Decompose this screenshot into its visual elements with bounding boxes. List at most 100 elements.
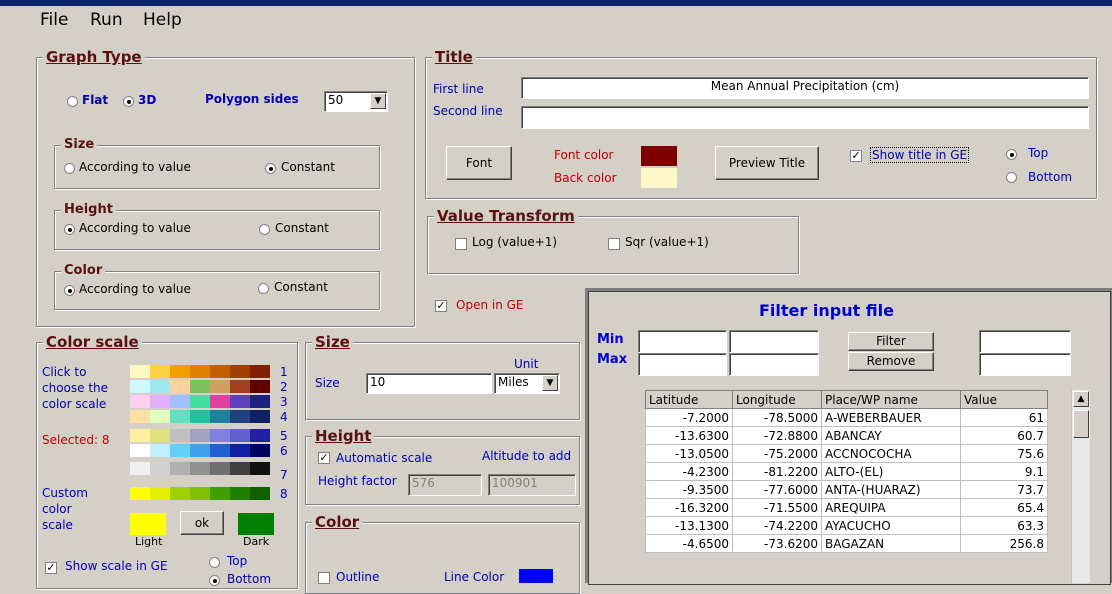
radio-scale-bottom[interactable]: [209, 575, 220, 586]
title-group: Title First line Mean Annual Precipitati…: [425, 48, 1097, 199]
title-bottom-label: Bottom: [1028, 170, 1073, 184]
cell-place: A-WEBERBAUER: [821, 408, 961, 427]
cell-place: BAGAZAN: [821, 534, 961, 553]
polygon-sides-value: 50: [328, 93, 344, 107]
color-scale-3[interactable]: [130, 395, 270, 408]
size-label: Size: [315, 376, 340, 390]
scale-number-8: 8: [280, 487, 288, 501]
data-table: Latitude Longitude Place/WP name Value -…: [645, 390, 1048, 553]
scroll-up-icon[interactable]: ▲: [1073, 391, 1089, 407]
table-row[interactable]: -13.0500 -75.2000 ACCNOCOCHA 75.6: [645, 444, 1048, 463]
radio-title-bottom[interactable]: [1006, 172, 1017, 183]
cell-place: ANTA-(HUARAZ): [821, 480, 961, 499]
table-row[interactable]: -4.2300 -81.2200 ALTO-(EL) 9.1: [645, 462, 1048, 481]
lat-max-input[interactable]: [638, 353, 727, 376]
first-line-input[interactable]: Mean Annual Precipitation (cm): [521, 77, 1089, 99]
remove-button[interactable]: Remove: [848, 352, 934, 371]
lon-max-input[interactable]: [729, 353, 819, 376]
altitude-input[interactable]: 100901: [488, 474, 576, 496]
cell-lat: -4.6500: [645, 534, 733, 553]
height-factor-input[interactable]: 576: [408, 474, 482, 496]
gt-color-legend: Color: [61, 263, 106, 278]
radio-height-value[interactable]: [64, 224, 75, 235]
cell-value: 256.8: [960, 534, 1048, 553]
size-input[interactable]: 10: [366, 373, 492, 394]
lon-min-input[interactable]: [729, 330, 819, 353]
value-transform-legend: Value Transform: [434, 207, 578, 225]
color-scale-1[interactable]: [130, 365, 270, 378]
sqr-checkbox[interactable]: [608, 238, 620, 250]
menu-file[interactable]: File: [40, 10, 68, 30]
color-scale-7[interactable]: [130, 462, 270, 475]
cell-lon: -78.5000: [732, 408, 822, 427]
chevron-down-icon[interactable]: ▼: [370, 93, 386, 109]
radio-height-constant[interactable]: [259, 224, 270, 235]
cell-value: 75.6: [960, 444, 1048, 463]
cell-lon: -81.2200: [732, 462, 822, 481]
value-min-input[interactable]: [979, 330, 1071, 353]
menu-run[interactable]: Run: [90, 10, 123, 30]
custom-dark-swatch[interactable]: [238, 513, 274, 535]
chevron-down-icon[interactable]: ▼: [542, 375, 558, 391]
radio-3d[interactable]: [123, 96, 134, 107]
open-in-ge-label: Open in GE: [456, 298, 524, 312]
outline-checkbox[interactable]: [318, 572, 330, 584]
custom-ok-button[interactable]: ok: [180, 511, 224, 535]
font-color-swatch[interactable]: [641, 146, 677, 166]
table-scrollbar[interactable]: ▲: [1071, 390, 1090, 583]
color-scale-8[interactable]: [130, 487, 270, 500]
value-max-input[interactable]: [979, 353, 1071, 376]
radio-scale-top[interactable]: [209, 557, 220, 568]
scroll-thumb[interactable]: [1073, 410, 1089, 438]
color-scale-2[interactable]: [130, 380, 270, 393]
cell-place: ACCNOCOCHA: [821, 444, 961, 463]
color-scale-5[interactable]: [130, 429, 270, 442]
menu-help[interactable]: Help: [143, 10, 182, 30]
table-row[interactable]: -13.6300 -72.8800 ABANCAY 60.7: [645, 426, 1048, 445]
radio-flat[interactable]: [67, 96, 78, 107]
back-color-swatch[interactable]: [641, 168, 677, 188]
lat-min-input[interactable]: [638, 330, 727, 353]
table-row[interactable]: -7.2000 -78.5000 A-WEBERBAUER 61: [645, 408, 1048, 427]
log-checkbox[interactable]: [455, 238, 467, 250]
column-place[interactable]: Place/WP name: [821, 390, 961, 409]
auto-scale-checkbox[interactable]: ✓: [318, 452, 330, 464]
show-scale-checkbox[interactable]: ✓: [45, 562, 57, 574]
radio-color-value[interactable]: [64, 285, 75, 296]
radio-size-constant[interactable]: [265, 163, 276, 174]
click-text-1: Click to: [42, 365, 87, 379]
cell-place: ABANCAY: [821, 426, 961, 445]
second-line-input[interactable]: [521, 106, 1089, 129]
scale-number-4: 4: [280, 410, 288, 424]
color-scale-6[interactable]: [130, 444, 270, 457]
radio-title-top[interactable]: [1006, 149, 1017, 160]
show-title-label: Show title in GE: [870, 147, 970, 163]
show-title-checkbox[interactable]: ✓: [850, 150, 862, 162]
table-row[interactable]: -9.3500 -77.6000 ANTA-(HUARAZ) 73.7: [645, 480, 1048, 499]
custom-label-2: color: [42, 502, 72, 516]
unit-select[interactable]: Miles ▼: [494, 373, 560, 394]
font-button[interactable]: Font: [446, 146, 512, 180]
column-latitude[interactable]: Latitude: [645, 390, 733, 409]
table-row[interactable]: -4.6500 -73.6200 BAGAZAN 256.8: [645, 534, 1048, 553]
open-in-ge-checkbox[interactable]: ✓: [435, 300, 447, 312]
scale-number-3: 3: [280, 395, 288, 409]
table-row[interactable]: -13.1300 -74.2200 AYACUCHO 63.3: [645, 516, 1048, 535]
column-longitude[interactable]: Longitude: [732, 390, 822, 409]
line-color-swatch[interactable]: [519, 569, 553, 583]
scale-number-1: 1: [280, 365, 288, 379]
column-value[interactable]: Value: [960, 390, 1048, 409]
preview-title-button[interactable]: Preview Title: [715, 146, 819, 180]
second-line-label: Second line: [433, 104, 503, 118]
radio-size-value[interactable]: [64, 163, 75, 174]
height-factor-label: Height factor: [318, 474, 397, 488]
radio-color-constant[interactable]: [258, 283, 269, 294]
table-row[interactable]: -16.3200 -71.5500 AREQUIPA 65.4: [645, 498, 1048, 517]
color-scale-4[interactable]: [130, 410, 270, 423]
min-label: Min: [597, 332, 624, 347]
value-transform-group: Value Transform Log (value+1) Sqr (value…: [427, 207, 799, 274]
custom-light-swatch[interactable]: [130, 513, 166, 535]
title-legend: Title: [432, 48, 476, 66]
filter-button[interactable]: Filter: [848, 332, 934, 351]
polygon-sides-select[interactable]: 50 ▼: [324, 91, 388, 112]
